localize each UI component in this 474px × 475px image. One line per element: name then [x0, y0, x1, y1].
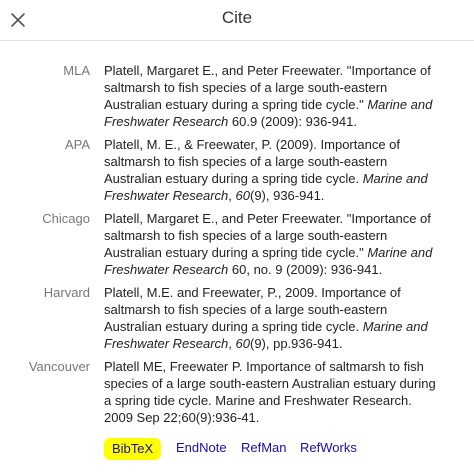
bibtex-link[interactable]: BibTeX [104, 438, 162, 460]
citation-style-label: MLA [63, 63, 90, 78]
citation-text[interactable]: Platell, Margaret E., and Peter Freewate… [104, 210, 436, 278]
endnote-link[interactable]: EndNote [176, 438, 227, 458]
citation-text[interactable]: Platell, M.E. and Freewater, P., 2009. I… [104, 284, 436, 352]
citation-style-label: Harvard [43, 285, 90, 300]
citation-style-label: Chicago [42, 211, 90, 226]
citation-style-label: APA [64, 137, 90, 152]
export-links: BibTeX EndNote RefMan RefWorks [0, 438, 474, 460]
citation-style-label: Vancouver [28, 359, 90, 374]
refman-link[interactable]: RefMan [241, 438, 287, 458]
dialog-title: Cite [221, 8, 253, 27]
citation-text[interactable]: Platell, M. E., & Freewater, P. (2009). … [104, 136, 436, 204]
citation-text[interactable]: Platell, Margaret E., and Peter Freewate… [104, 62, 436, 130]
dialog-header: Cite [0, 0, 474, 40]
citation-text[interactable]: Platell ME, Freewater P. Importance of s… [104, 358, 436, 426]
header-divider [0, 40, 474, 41]
refworks-link[interactable]: RefWorks [300, 438, 357, 458]
